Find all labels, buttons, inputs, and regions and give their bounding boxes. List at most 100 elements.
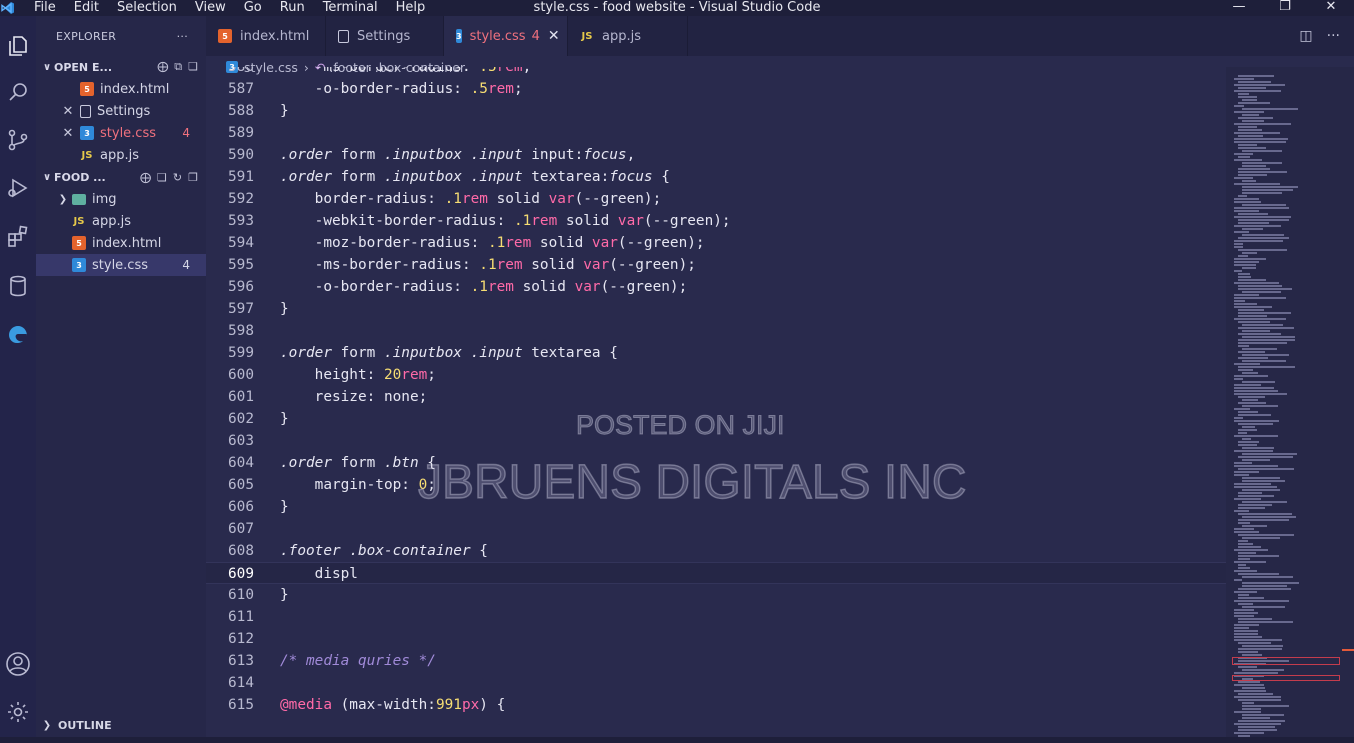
- minimap-line: [1242, 480, 1285, 482]
- database-icon[interactable]: [0, 266, 36, 306]
- minimap-line: [1234, 90, 1281, 92]
- open-editor-item[interactable]: ✕ Settings: [36, 100, 206, 122]
- minimap-line: [1242, 714, 1284, 716]
- code-line[interactable]: 601 resize: none;: [206, 386, 1226, 408]
- minimap-line: [1234, 570, 1257, 572]
- split-editor-icon[interactable]: ◫: [1299, 28, 1312, 44]
- settings-gear-icon[interactable]: [0, 692, 36, 732]
- menu-run[interactable]: Run: [271, 1, 314, 15]
- more-actions-icon[interactable]: ···: [1327, 28, 1340, 44]
- minimap-line: [1238, 222, 1269, 224]
- file-tree-item[interactable]: JS app.js: [36, 210, 206, 232]
- tab-app-js[interactable]: JS app.js: [568, 16, 688, 56]
- code-line[interactable]: 607: [206, 518, 1226, 540]
- code-line[interactable]: 599 .order form .inputbox .input textarea…: [206, 342, 1226, 364]
- new-file-icon[interactable]: ⨁: [140, 171, 151, 184]
- refresh-icon[interactable]: ↻: [173, 171, 182, 184]
- close-all-icon[interactable]: ❏: [188, 60, 198, 74]
- outline-section[interactable]: ❯ OUTLINE: [36, 714, 206, 736]
- minimap-line: [1238, 543, 1253, 545]
- close-tab-icon[interactable]: ✕: [548, 28, 560, 44]
- tab-style-css[interactable]: 3 style.css 4 ✕: [444, 16, 568, 56]
- css-file-icon: 3: [456, 29, 462, 43]
- edge-icon[interactable]: [0, 314, 36, 354]
- minimap-line: [1238, 507, 1265, 509]
- minimap-line: [1234, 408, 1250, 410]
- menu-go[interactable]: Go: [235, 1, 271, 15]
- code-line[interactable]: 598: [206, 320, 1226, 342]
- minimap-line: [1242, 330, 1270, 332]
- code-line[interactable]: 597}: [206, 298, 1226, 320]
- code-line[interactable]: 611: [206, 606, 1226, 628]
- settings-file-icon: [338, 29, 349, 43]
- minimap-line: [1242, 447, 1274, 449]
- tab-settings[interactable]: Settings: [326, 16, 444, 56]
- menu-file[interactable]: File: [25, 1, 65, 15]
- source-control-icon[interactable]: [0, 120, 36, 160]
- file-tree-item[interactable]: 3 style.css 4: [36, 254, 206, 276]
- code-line[interactable]: 586 -ms-border-radius: .5rem;: [206, 67, 1226, 78]
- folder-section[interactable]: ∨ FOOD ... ⨁ ❏ ↻ ❐: [36, 166, 206, 188]
- line-number: 607: [228, 521, 254, 537]
- new-folder-icon[interactable]: ❏: [157, 171, 167, 184]
- code-editor[interactable]: 586 -ms-border-radius: .5rem; 587 -o-bord…: [206, 67, 1226, 743]
- minimap-line: [1242, 582, 1299, 584]
- code-line[interactable]: 609 displ: [206, 562, 1226, 584]
- minimap-line: [1242, 606, 1285, 608]
- code-line[interactable]: 592 border-radius: .1rem solid var(--gre…: [206, 188, 1226, 210]
- file-tree-item[interactable]: ❯ img: [36, 188, 206, 210]
- code-text: resize: none;: [280, 389, 428, 405]
- close-icon[interactable]: ✕: [60, 104, 76, 119]
- minimize-icon[interactable]: —: [1216, 0, 1262, 14]
- menu-terminal[interactable]: Terminal: [314, 1, 387, 15]
- minimap-line: [1238, 309, 1264, 311]
- open-editors-section[interactable]: ∨ OPEN E... ⨁ ⧉ ❏: [36, 56, 206, 78]
- menu-view[interactable]: View: [186, 1, 235, 15]
- code-line[interactable]: 595 -ms-border-radius: .1rem solid var(-…: [206, 254, 1226, 276]
- code-line[interactable]: 589: [206, 122, 1226, 144]
- code-line[interactable]: 600 height: 20rem;: [206, 364, 1226, 386]
- close-window-icon[interactable]: ✕: [1308, 0, 1354, 14]
- file-tree-item[interactable]: 5 index.html: [36, 232, 206, 254]
- code-text: -o-border-radius: .1rem solid var(--gree…: [280, 279, 688, 295]
- run-debug-icon[interactable]: [0, 168, 36, 208]
- minimap-line: [1238, 603, 1253, 605]
- close-icon[interactable]: ✕: [60, 126, 76, 141]
- line-number: 612: [228, 631, 254, 647]
- new-file-icon[interactable]: ⨁: [157, 60, 168, 74]
- code-line[interactable]: 593 -webkit-border-radius: .1rem solid v…: [206, 210, 1226, 232]
- code-line[interactable]: 615 @media (max-width:991px) {: [206, 694, 1226, 716]
- open-editor-item[interactable]: 5 index.html: [36, 78, 206, 100]
- explorer-icon[interactable]: [0, 26, 36, 66]
- code-line[interactable]: 587 -o-border-radius: .5rem;: [206, 78, 1226, 100]
- minimap-line: [1242, 189, 1293, 191]
- more-actions-icon[interactable]: ···: [177, 30, 188, 43]
- code-line[interactable]: 591 .order form .inputbox .input textarea…: [206, 166, 1226, 188]
- code-line[interactable]: 612: [206, 628, 1226, 650]
- menu-selection[interactable]: Selection: [108, 1, 186, 15]
- code-line[interactable]: 590 .order form .inputbox .input input:fo…: [206, 144, 1226, 166]
- menu-edit[interactable]: Edit: [65, 1, 108, 15]
- menu-help[interactable]: Help: [387, 1, 435, 15]
- open-editor-item[interactable]: ✕ 3 style.css 4: [36, 122, 206, 144]
- code-line[interactable]: 608 .footer .box-container {: [206, 540, 1226, 562]
- search-icon[interactable]: [0, 72, 36, 112]
- code-line[interactable]: 594 -moz-border-radius: .1rem solid var(…: [206, 232, 1226, 254]
- code-line[interactable]: 614: [206, 672, 1226, 694]
- minimap-line: [1234, 711, 1261, 713]
- minimap-line: [1238, 213, 1268, 215]
- tab-index-html[interactable]: 5 index.html: [206, 16, 326, 56]
- code-line[interactable]: 596 -o-border-radius: .1rem solid var(--…: [206, 276, 1226, 298]
- code-line[interactable]: 588}: [206, 100, 1226, 122]
- code-line[interactable]: 610}: [206, 584, 1226, 606]
- save-all-icon[interactable]: ⧉: [174, 60, 182, 74]
- maximize-icon[interactable]: ❐: [1262, 0, 1308, 14]
- code-line[interactable]: 613 /* media quries */: [206, 650, 1226, 672]
- minimap-line: [1238, 333, 1281, 335]
- minimap[interactable]: [1226, 67, 1354, 743]
- collapse-icon[interactable]: ❐: [188, 171, 198, 184]
- extensions-icon[interactable]: [0, 216, 36, 256]
- editor-tabs: 5 index.html Settings 3 style.css 4 ✕ JS app.js ◫…: [206, 16, 1354, 56]
- open-editor-item[interactable]: JS app.js: [36, 144, 206, 166]
- account-icon[interactable]: [0, 644, 36, 684]
